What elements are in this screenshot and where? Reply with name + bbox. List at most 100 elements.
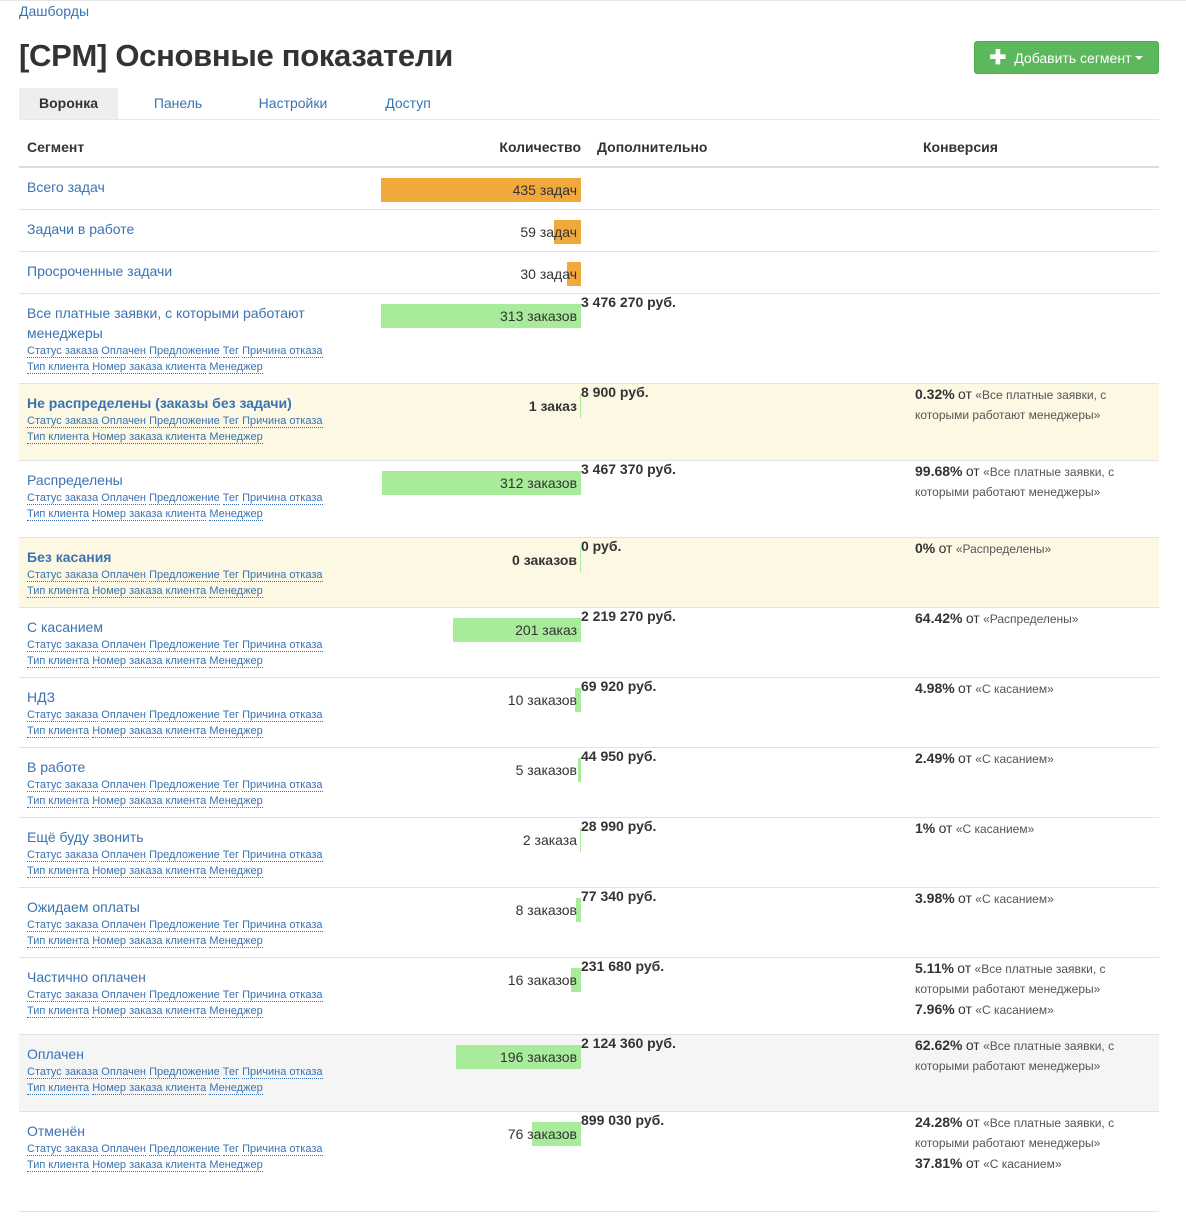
- filter-link[interactable]: Менеджер: [209, 1158, 263, 1172]
- filter-link[interactable]: Тип клиента: [27, 654, 90, 668]
- segment-link[interactable]: Частично оплачен: [27, 967, 365, 987]
- filter-link[interactable]: Номер заказа клиента: [92, 1158, 207, 1172]
- add-segment-button[interactable]: ✚ Добавить сегмент: [974, 41, 1159, 74]
- tab-panel[interactable]: Панель: [139, 88, 217, 119]
- filter-link[interactable]: Номер заказа клиента: [92, 507, 207, 521]
- filter-link[interactable]: Предложение: [149, 848, 220, 862]
- filter-link[interactable]: Предложение: [149, 1065, 220, 1079]
- filter-link[interactable]: Причина отказа: [242, 1142, 323, 1156]
- filter-link[interactable]: Причина отказа: [242, 414, 323, 428]
- segment-link[interactable]: Распределены: [27, 470, 365, 490]
- segment-link[interactable]: Не распределены (заказы без задачи): [27, 393, 365, 413]
- filter-link[interactable]: Тип клиента: [27, 934, 90, 948]
- filter-link[interactable]: Статус заказа: [27, 568, 99, 582]
- filter-link[interactable]: Тип клиента: [27, 1004, 90, 1018]
- filter-link[interactable]: Тип клиента: [27, 584, 90, 598]
- filter-link[interactable]: Оплачен: [101, 918, 146, 932]
- filter-link[interactable]: Статус заказа: [27, 638, 99, 652]
- tab-settings[interactable]: Настройки: [244, 88, 342, 119]
- segment-link[interactable]: Оплачен: [27, 1044, 365, 1064]
- filter-link[interactable]: Статус заказа: [27, 988, 99, 1002]
- filter-link[interactable]: Тег: [222, 988, 240, 1002]
- filter-link[interactable]: Статус заказа: [27, 344, 99, 358]
- segment-link[interactable]: Всего задач: [27, 177, 365, 197]
- filter-link[interactable]: Тип клиента: [27, 1081, 90, 1095]
- filter-link[interactable]: Оплачен: [101, 1142, 146, 1156]
- filter-link[interactable]: Номер заказа клиента: [92, 1004, 207, 1018]
- filter-link[interactable]: Предложение: [149, 568, 220, 582]
- filter-link[interactable]: Номер заказа клиента: [92, 724, 207, 738]
- segment-link[interactable]: Просроченные задачи: [27, 261, 365, 281]
- filter-link[interactable]: Причина отказа: [242, 344, 323, 358]
- filter-link[interactable]: Тип клиента: [27, 724, 90, 738]
- filter-link[interactable]: Предложение: [149, 638, 220, 652]
- filter-link[interactable]: Оплачен: [101, 1065, 146, 1079]
- filter-link[interactable]: Тег: [222, 918, 240, 932]
- filter-link[interactable]: Менеджер: [209, 1081, 263, 1095]
- filter-link[interactable]: Оплачен: [101, 414, 146, 428]
- segment-link[interactable]: Без касания: [27, 547, 365, 567]
- filter-link[interactable]: Статус заказа: [27, 414, 99, 428]
- filter-link[interactable]: Предложение: [149, 414, 220, 428]
- filter-link[interactable]: Тег: [222, 344, 240, 358]
- filter-link[interactable]: Тип клиента: [27, 794, 90, 808]
- filter-link[interactable]: Оплачен: [101, 344, 146, 358]
- filter-link[interactable]: Тип клиента: [27, 360, 90, 374]
- filter-link[interactable]: Оплачен: [101, 848, 146, 862]
- filter-link[interactable]: Номер заказа клиента: [92, 584, 207, 598]
- filter-link[interactable]: Оплачен: [101, 491, 146, 505]
- tab-access[interactable]: Доступ: [371, 88, 445, 119]
- filter-link[interactable]: Менеджер: [209, 1004, 263, 1018]
- filter-link[interactable]: Менеджер: [209, 724, 263, 738]
- segment-link[interactable]: НДЗ: [27, 687, 365, 707]
- filter-link[interactable]: Причина отказа: [242, 568, 323, 582]
- filter-link[interactable]: Тег: [222, 568, 240, 582]
- filter-link[interactable]: Номер заказа клиента: [92, 430, 207, 444]
- filter-link[interactable]: Номер заказа клиента: [92, 864, 207, 878]
- filter-link[interactable]: Тег: [222, 1065, 240, 1079]
- filter-link[interactable]: Причина отказа: [242, 638, 323, 652]
- filter-link[interactable]: Предложение: [149, 1142, 220, 1156]
- filter-link[interactable]: Статус заказа: [27, 1142, 99, 1156]
- filter-link[interactable]: Оплачен: [101, 708, 146, 722]
- filter-link[interactable]: Причина отказа: [242, 988, 323, 1002]
- segment-link[interactable]: Задачи в работе: [27, 219, 365, 239]
- segment-link[interactable]: Все платные заявки, с которыми работают …: [27, 303, 365, 343]
- filter-link[interactable]: Статус заказа: [27, 848, 99, 862]
- filter-link[interactable]: Менеджер: [209, 864, 263, 878]
- breadcrumb[interactable]: Дашборды: [19, 3, 89, 19]
- filter-link[interactable]: Тег: [222, 848, 240, 862]
- filter-link[interactable]: Тег: [222, 414, 240, 428]
- filter-link[interactable]: Тип клиента: [27, 507, 90, 521]
- filter-link[interactable]: Тип клиента: [27, 1158, 90, 1172]
- filter-link[interactable]: Оплачен: [101, 778, 146, 792]
- filter-link[interactable]: Номер заказа клиента: [92, 360, 207, 374]
- filter-link[interactable]: Предложение: [149, 344, 220, 358]
- filter-link[interactable]: Причина отказа: [242, 491, 323, 505]
- filter-link[interactable]: Причина отказа: [242, 1065, 323, 1079]
- filter-link[interactable]: Оплачен: [101, 568, 146, 582]
- filter-link[interactable]: Тег: [222, 1142, 240, 1156]
- filter-link[interactable]: Менеджер: [209, 507, 263, 521]
- segment-link[interactable]: Отменён: [27, 1121, 365, 1141]
- filter-link[interactable]: Менеджер: [209, 360, 263, 374]
- segment-link[interactable]: Ожидаем оплаты: [27, 897, 365, 917]
- filter-link[interactable]: Номер заказа клиента: [92, 1081, 207, 1095]
- filter-link[interactable]: Номер заказа клиента: [92, 794, 207, 808]
- filter-link[interactable]: Предложение: [149, 918, 220, 932]
- segment-link[interactable]: В работе: [27, 757, 365, 777]
- filter-link[interactable]: Тег: [222, 708, 240, 722]
- filter-link[interactable]: Тег: [222, 638, 240, 652]
- filter-link[interactable]: Тег: [222, 491, 240, 505]
- filter-link[interactable]: Статус заказа: [27, 491, 99, 505]
- filter-link[interactable]: Предложение: [149, 778, 220, 792]
- segment-link[interactable]: Ещё буду звонить: [27, 827, 365, 847]
- filter-link[interactable]: Тег: [222, 778, 240, 792]
- filter-link[interactable]: Менеджер: [209, 430, 263, 444]
- filter-link[interactable]: Предложение: [149, 708, 220, 722]
- filter-link[interactable]: Менеджер: [209, 584, 263, 598]
- filter-link[interactable]: Статус заказа: [27, 918, 99, 932]
- filter-link[interactable]: Оплачен: [101, 638, 146, 652]
- filter-link[interactable]: Менеджер: [209, 934, 263, 948]
- segment-link[interactable]: С касанием: [27, 617, 365, 637]
